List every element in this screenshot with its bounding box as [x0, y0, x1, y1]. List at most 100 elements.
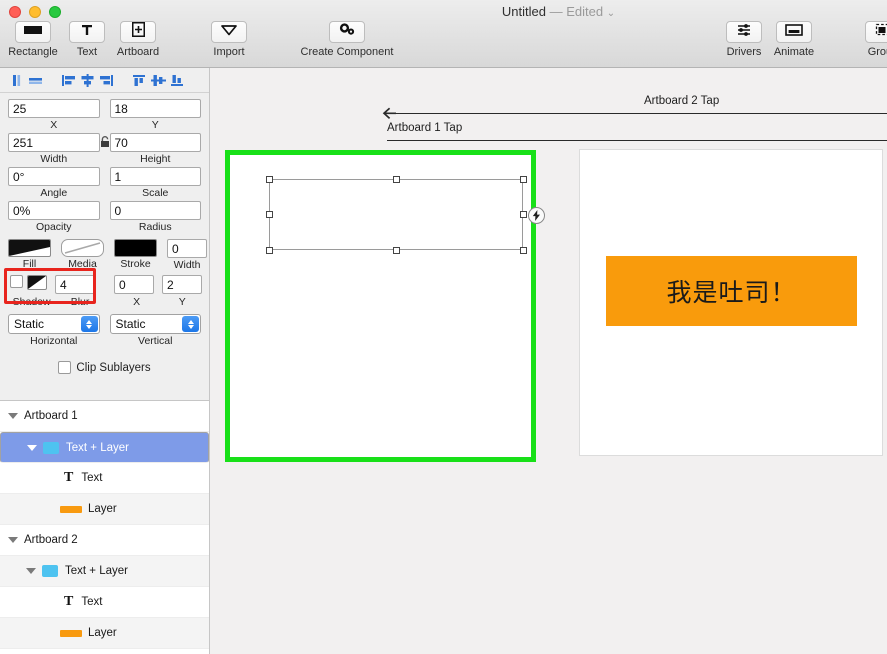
disclosure-triangle-icon[interactable] — [8, 537, 18, 543]
vertical-label: Vertical — [138, 335, 173, 347]
layer-row-artboard-1[interactable]: Artboard 1 — [0, 401, 209, 432]
lightning-bolt-icon[interactable] — [528, 207, 545, 224]
align-center-icon[interactable] — [79, 73, 96, 88]
align-right-icon[interactable] — [98, 73, 115, 88]
vertical-group: Static Vertical — [109, 314, 201, 347]
horizontal-stepper[interactable] — [80, 316, 98, 332]
resize-handle-top-center[interactable] — [393, 176, 400, 183]
artboard-2-canvas[interactable]: 我是吐司！ — [580, 150, 882, 455]
artboard-1-canvas[interactable] — [225, 150, 545, 462]
layer-row-layer-1[interactable]: Layer — [0, 494, 209, 525]
width-input[interactable] — [8, 133, 100, 152]
layer-row-text-layer-2[interactable]: Text + Layer — [0, 556, 209, 587]
resize-handle-middle-right[interactable] — [520, 211, 527, 218]
disclosure-triangle-icon[interactable] — [26, 568, 36, 574]
align-left-icon[interactable] — [60, 73, 77, 88]
layer-row-text-1[interactable]: T Text — [0, 463, 209, 494]
height-input[interactable] — [109, 133, 201, 152]
vertical-select[interactable]: Static — [109, 314, 201, 334]
tool-import-label: Import — [213, 46, 245, 58]
drivers-icon — [737, 23, 751, 42]
toast-text: 我是吐司！ — [666, 278, 797, 307]
chevron-down-icon[interactable]: ⌄ — [607, 8, 615, 19]
shadow-x-label: X — [133, 296, 141, 308]
angle-scale-row: Angle Scale — [8, 167, 201, 199]
angle-field-group: Angle — [8, 167, 100, 199]
shadow-labels-row: Shadow Blur X Y — [0, 294, 209, 308]
layer-row-layer-2[interactable]: Layer — [0, 618, 209, 649]
resize-handle-bottom-right[interactable] — [520, 247, 527, 254]
animate-button[interactable] — [776, 21, 812, 43]
shadow-x-input[interactable] — [114, 275, 154, 294]
text-button[interactable] — [69, 21, 105, 43]
horizontal-select[interactable]: Static — [8, 314, 100, 334]
resize-handle-top-right[interactable] — [520, 176, 527, 183]
resize-handle-top-left[interactable] — [266, 176, 273, 183]
align-horizontal-center-icon[interactable] — [27, 73, 44, 88]
layer-row-artboard-2[interactable]: Artboard 2 — [0, 525, 209, 556]
tool-import[interactable]: Import — [202, 21, 256, 58]
resize-handle-middle-left[interactable] — [266, 211, 273, 218]
opacity-input[interactable] — [8, 201, 100, 220]
width-label: Width — [40, 153, 68, 165]
radius-field-group: Radius — [109, 201, 201, 233]
scale-input[interactable] — [109, 167, 201, 186]
tool-group[interactable]: Group — [856, 21, 887, 58]
selection-rectangle[interactable] — [266, 176, 545, 254]
group-button[interactable] — [865, 21, 887, 43]
media-label: Media — [68, 258, 97, 270]
align-vertical-center-icon[interactable] — [8, 73, 25, 88]
shadow-y-input[interactable] — [162, 275, 202, 294]
stroke-swatch[interactable] — [114, 239, 157, 257]
horizontal-label: Horizontal — [30, 335, 78, 347]
y-input[interactable] — [109, 99, 201, 118]
shadow-color-swatch[interactable] — [27, 275, 47, 290]
tool-drivers-label: Drivers — [726, 46, 762, 58]
layer-row-text-2[interactable]: T Text — [0, 587, 209, 618]
shape-layer-icon — [60, 629, 82, 637]
tool-text[interactable]: Text — [60, 21, 114, 58]
resize-handle-bottom-left[interactable] — [266, 247, 273, 254]
layer-row-text-layer-1[interactable]: Text + Layer — [0, 432, 209, 463]
connection-label-artboard-1-tap[interactable]: Artboard 1 Tap — [387, 122, 462, 134]
tool-artboard[interactable]: Artboard — [111, 21, 165, 58]
import-button[interactable] — [211, 21, 247, 43]
angle-input[interactable] — [8, 167, 100, 186]
resize-handle-bottom-center[interactable] — [393, 247, 400, 254]
toast-element[interactable]: 我是吐司！ — [606, 256, 857, 326]
text-icon — [80, 23, 94, 42]
tool-animate[interactable]: Animate — [767, 21, 821, 58]
artboard-button[interactable] — [120, 21, 156, 43]
shadow-label: Shadow — [12, 296, 51, 308]
tool-create-component[interactable]: Create Component — [283, 21, 411, 58]
layer-label: Text — [81, 596, 103, 608]
blur-input[interactable] — [55, 275, 95, 294]
disclosure-triangle-icon[interactable] — [27, 444, 37, 451]
tool-artboard-label: Artboard — [116, 46, 160, 58]
connection-label-artboard-2-tap[interactable]: Artboard 2 Tap — [644, 95, 719, 107]
document-title: Untitled — Edited ⌄ — [0, 4, 887, 19]
canvas-area[interactable]: Artboard 2 Tap Artboard 1 Tap 我是吐司！ — [210, 68, 887, 654]
media-swatch[interactable] — [61, 239, 104, 257]
tool-rectangle[interactable]: Rectangle — [6, 21, 60, 58]
fill-swatch[interactable] — [8, 239, 51, 257]
disclosure-triangle-icon[interactable] — [8, 413, 18, 419]
clip-sublayers-row: Clip Sublayers — [0, 361, 209, 374]
tool-drivers[interactable]: Drivers — [717, 21, 771, 58]
align-top-icon[interactable] — [131, 73, 148, 88]
align-bottom-icon[interactable] — [169, 73, 186, 88]
align-middle-icon[interactable] — [150, 73, 167, 88]
clip-sublayers-checkbox[interactable] — [58, 361, 72, 374]
vertical-stepper[interactable] — [182, 316, 199, 332]
layer-label: Artboard 2 — [24, 534, 78, 546]
drivers-button[interactable] — [726, 21, 762, 43]
lock-aspect-ratio-icon[interactable] — [99, 135, 111, 149]
x-input[interactable] — [8, 99, 100, 118]
rectangle-button[interactable] — [15, 21, 51, 43]
shadow-checkbox[interactable] — [10, 275, 23, 288]
stroke-label: Stroke — [120, 258, 151, 270]
stroke-width-input[interactable] — [167, 239, 207, 258]
transform-fields: X Y Width — [0, 93, 209, 233]
radius-input[interactable] — [109, 201, 201, 220]
create-component-button[interactable] — [329, 21, 365, 43]
